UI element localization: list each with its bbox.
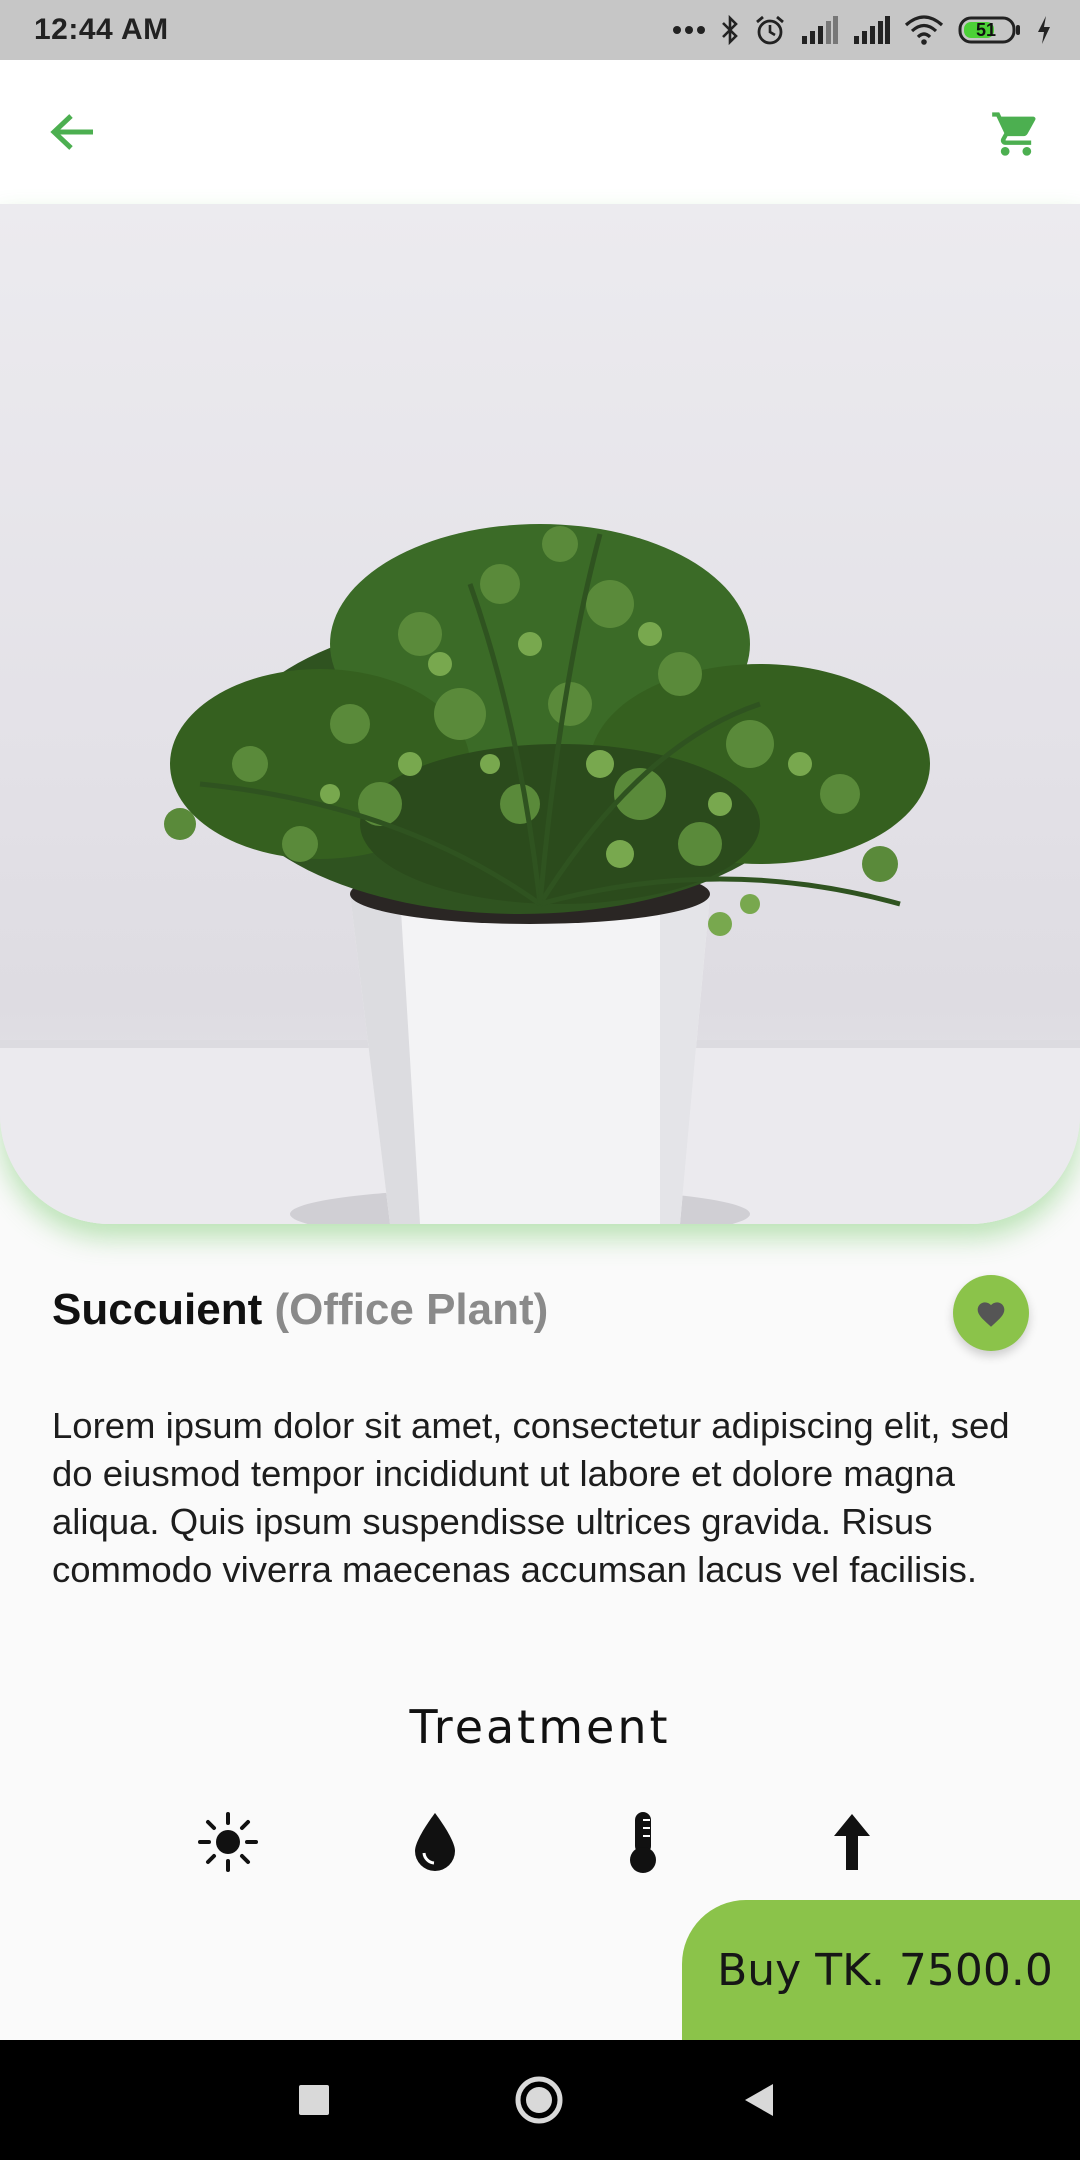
back-triangle-icon — [745, 2084, 773, 2116]
signal-icon — [802, 16, 838, 44]
treatment-title: Treatment — [409, 1700, 671, 1754]
home-circle-icon — [515, 2076, 563, 2124]
app-bar — [0, 60, 1080, 204]
more-dots-icon — [673, 26, 705, 34]
home-button[interactable] — [509, 2070, 569, 2130]
sun-icon — [196, 1810, 260, 1874]
charging-icon — [1038, 16, 1050, 44]
signal-icon — [854, 16, 890, 44]
back-button[interactable] — [44, 104, 100, 160]
water-drop-icon — [403, 1810, 467, 1874]
cart-button[interactable] — [986, 104, 1046, 164]
bluetooth-icon — [722, 14, 738, 46]
favorite-button[interactable] — [953, 1275, 1029, 1351]
cart-icon — [992, 112, 1036, 156]
arrow-up-icon — [820, 1810, 884, 1874]
alarm-icon — [756, 15, 784, 45]
heart-icon — [977, 1302, 1005, 1327]
arrow-left-icon — [50, 114, 93, 150]
back-nav-button[interactable] — [729, 2070, 789, 2130]
battery-level: 51 — [975, 20, 997, 40]
product-description: Lorem ipsum dolor sit amet, consectetur … — [52, 1405, 1010, 1590]
buy-button-label: Buy TK. 7500.0 — [717, 1944, 1053, 1996]
product-category: (Office Plant) — [274, 1285, 549, 1334]
status-icons: 51 — [672, 14, 1052, 46]
product-name: Succuient — [52, 1285, 263, 1334]
thermometer-icon — [611, 1810, 675, 1874]
buy-button[interactable]: Buy TK. 7500.0 — [682, 1900, 1080, 2040]
system-nav-bar — [0, 2040, 1080, 2160]
battery-icon: 51 — [958, 15, 1022, 45]
recents-square-icon — [299, 2085, 329, 2115]
status-bar: 12:44 AM 51 — [0, 0, 1080, 60]
potted-plant-image — [0, 204, 1080, 1224]
product-title-row: Succuient (Office Plant) — [52, 1285, 548, 1335]
recents-button[interactable] — [284, 2070, 344, 2130]
wifi-icon — [904, 15, 944, 45]
status-time: 12:44 AM — [34, 13, 169, 46]
